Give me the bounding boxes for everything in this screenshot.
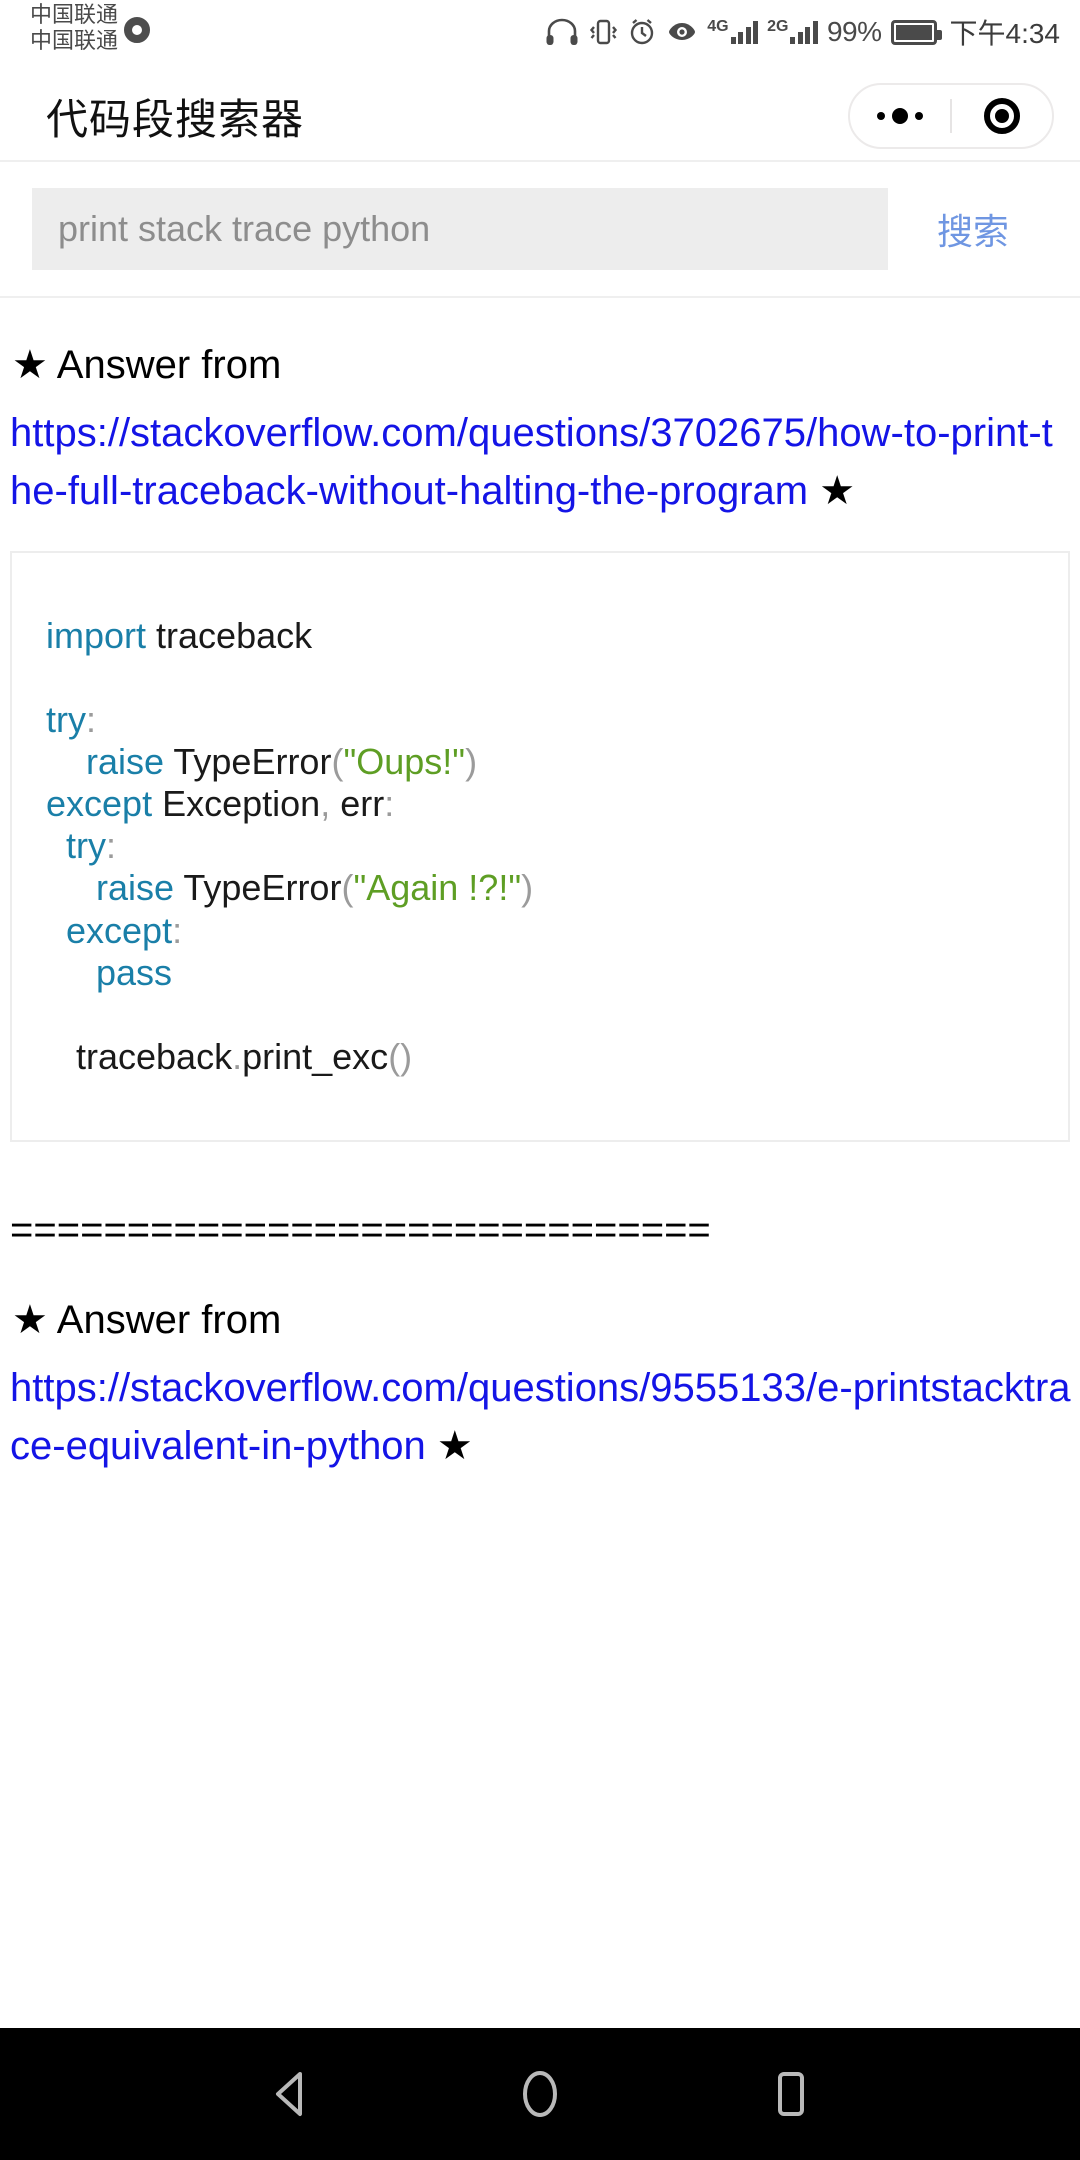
result-item: ★ Answer from https://stackoverflow.com/… [8, 1253, 1072, 1476]
search-input[interactable] [32, 188, 888, 270]
search-panel: 搜索 [0, 160, 1080, 298]
headphone-icon [545, 18, 579, 46]
network-type-label-2: 2G [767, 18, 789, 35]
home-circle-icon[interactable] [518, 2068, 562, 2120]
battery-icon [890, 19, 942, 45]
status-icons: 4G 2G 99% 下午4:34 [545, 12, 1060, 52]
result-divider: ============================== [10, 1207, 711, 1252]
close-miniprogram-button[interactable] [952, 98, 1052, 134]
more-dots-icon [877, 108, 923, 124]
dual-sim-icon [124, 17, 151, 43]
target-circle-icon [984, 98, 1020, 134]
status-clock: 下午4:34 [949, 18, 1061, 49]
title-bar: 代码段搜索器 [0, 72, 1080, 160]
miniprogram-capsule [848, 83, 1054, 149]
recents-square-icon[interactable] [768, 2068, 812, 2120]
answer-url-text: https://stackoverflow.com/questions/9555… [10, 1365, 1071, 1469]
carrier-label-1: 中国联通 [30, 2, 119, 27]
carrier-block: 中国联通 中国联通 [30, 2, 151, 54]
answer-url-text: https://stackoverflow.com/questions/3702… [10, 411, 1053, 514]
answer-url-star: ★ [808, 469, 856, 514]
answer-heading: ★ Answer from [12, 343, 282, 387]
answer-source-link[interactable]: https://stackoverflow.com/questions/9555… [8, 1345, 1072, 1476]
code-snippet-text: import traceback try: raise TypeError("O… [46, 614, 534, 1077]
battery-percent-label: 99% [826, 16, 882, 47]
page-title: 代码段搜索器 [46, 95, 305, 143]
carrier-names: 中国联通 中国联通 [30, 2, 118, 54]
answer-url-star: ★ [425, 1424, 473, 1469]
search-button[interactable]: 搜索 [898, 203, 1048, 255]
vibrate-icon [588, 17, 618, 47]
status-bar: 中国联通 中国联通 4G 2G 99% 下午4:34 [0, 0, 1080, 72]
more-menu-button[interactable] [850, 108, 950, 124]
results-list: ★ Answer from https://stackoverflow.com/… [0, 298, 1080, 1476]
result-item: ★ Answer from https://stackoverflow.com/… [8, 298, 1072, 1142]
signal-4g: 4G [707, 18, 759, 44]
answer-source-link[interactable]: https://stackoverflow.com/questions/3702… [8, 390, 1072, 521]
signal-bars-2 [790, 20, 818, 44]
android-nav-bar [0, 2028, 1080, 2160]
network-type-label-1: 4G [707, 18, 729, 35]
signal-bars-1 [730, 20, 759, 44]
carrier-label-2: 中国联通 [30, 28, 119, 53]
answer-heading: ★ Answer from [12, 1297, 282, 1342]
alarm-icon [627, 17, 657, 47]
code-snippet-card[interactable]: import traceback try: raise TypeError("O… [10, 550, 1070, 1142]
signal-2g: 2G [767, 18, 818, 44]
eye-icon [666, 19, 698, 45]
back-triangle-icon[interactable] [268, 2070, 312, 2118]
